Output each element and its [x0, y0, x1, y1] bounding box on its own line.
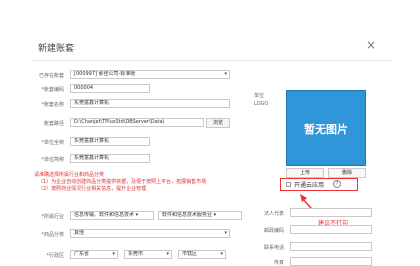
existing-account-select[interactable]: [000997] 那佳公司-标准帐: [70, 70, 230, 79]
browse-button[interactable]: 浏览: [206, 118, 230, 128]
legal-rep-input[interactable]: [290, 208, 372, 217]
cloud-app-checkbox[interactable]: [286, 182, 291, 187]
province-select[interactable]: 广东省: [70, 250, 118, 259]
unit-name-label: *单位全称: [41, 140, 64, 146]
cloud-app-label: 开通云应用: [294, 182, 325, 189]
postal-code-label: 邮政编码: [263, 228, 284, 234]
account-path-input[interactable]: D:\Chanjet\TPlusStd\DBServer\Data\: [70, 118, 204, 127]
account-path-label: 账套路径: [43, 121, 64, 127]
delete-button[interactable]: 删除: [328, 168, 366, 178]
industry-notice: 请准确选择所属行业和商品分类 （1）为企业自动创建商品分类提供依据，及便于按照上…: [34, 172, 234, 193]
upload-button[interactable]: 上传: [286, 168, 324, 178]
logo-label: 单位LOGO: [254, 93, 269, 107]
account-name-label: *账套名称: [41, 102, 64, 108]
unit-name-input[interactable]: 东莞富鑫计算机: [70, 137, 150, 146]
logo-placeholder-text: 暂无图片: [304, 123, 348, 136]
category-select[interactable]: 其他: [70, 229, 230, 238]
account-code-label: *账套编码: [41, 87, 64, 93]
industry-select-secondary[interactable]: 软件和信息技术服务业 ▾: [158, 211, 242, 220]
district-select[interactable]: 市辖区: [178, 250, 226, 259]
category-label: *商品分类: [41, 232, 64, 238]
industry-label: *所属行业: [41, 214, 64, 220]
existing-account-label: 已存在账套: [38, 73, 64, 79]
account-name-input[interactable]: 东莞富鑫计算机: [70, 99, 230, 108]
dialog-title: 新建账套: [38, 44, 75, 54]
fax-label: 传真: [273, 260, 284, 266]
postal-code-input[interactable]: [290, 225, 372, 234]
unit-short-name-input[interactable]: 东莞富鑫计算机: [70, 154, 150, 163]
legal-rep-label: 法人代表: [263, 211, 284, 217]
account-code-input[interactable]: 000004: [70, 84, 150, 93]
industry-select-primary[interactable]: 信息传输、软件和信息技术 ▾: [70, 211, 154, 220]
header-divider: [32, 60, 392, 61]
phone-label: 联系电话: [263, 245, 284, 251]
phone-input[interactable]: [290, 242, 372, 251]
city-select[interactable]: 东莞市: [124, 250, 172, 259]
logo-preview: 暂无图片: [286, 90, 366, 166]
unit-short-name-label: *单位简称: [41, 157, 64, 163]
notice-line: 请准确选择所属行业和商品分类: [34, 172, 105, 178]
close-icon[interactable]: ×: [366, 38, 376, 52]
fax-input[interactable]: [290, 257, 372, 266]
notice-line: （2）按照商业情况行业相关信息，提升企业管理: [38, 186, 147, 192]
region-label: *行政区: [46, 253, 64, 259]
help-icon[interactable]: ?: [333, 180, 341, 188]
notice-line: （1）为企业自动创建商品分类提供依据，及便于按照上平台，拓展销售市场: [38, 179, 207, 185]
